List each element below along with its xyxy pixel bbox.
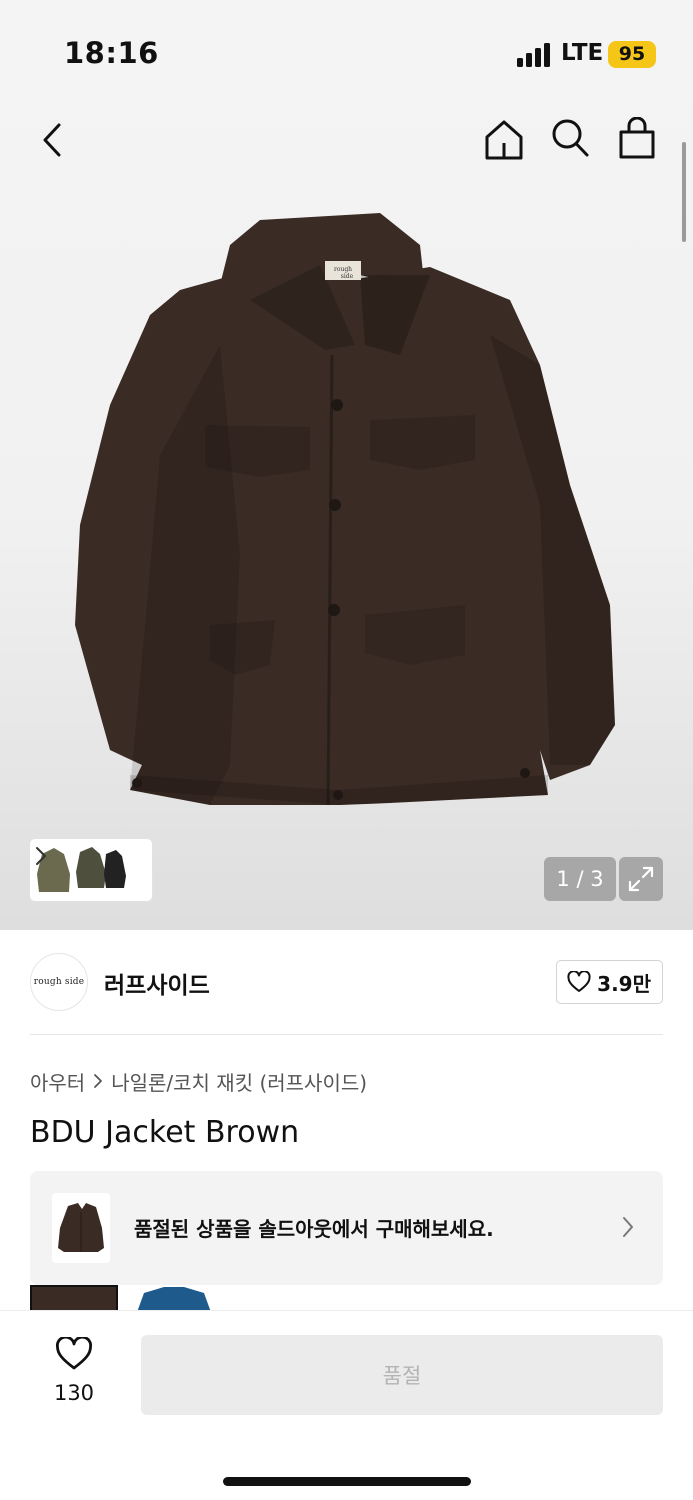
cart-button[interactable] xyxy=(613,114,661,162)
color-option-blue-image xyxy=(136,1287,212,1313)
chevron-right-icon xyxy=(36,847,46,865)
jacket-thumbnail-image xyxy=(58,1203,104,1252)
search-icon xyxy=(552,119,589,157)
divider xyxy=(30,1034,663,1035)
signal-icon xyxy=(517,43,553,67)
bottom-action-bar: 130 품절 xyxy=(0,1310,693,1500)
svg-text:rough: rough xyxy=(334,266,352,273)
heart-icon xyxy=(567,971,591,992)
chevron-right-icon xyxy=(94,1074,103,1088)
color-option-brown[interactable] xyxy=(30,1285,118,1313)
brand-logo[interactable]: rough side xyxy=(30,953,88,1011)
breadcrumb-category[interactable]: 아우터 xyxy=(30,1067,85,1096)
soldout-banner-text: 품절된 상품을 솔드아웃에서 구매해보세요. xyxy=(134,1217,494,1241)
home-button[interactable] xyxy=(480,116,528,164)
fullscreen-button[interactable] xyxy=(619,857,663,901)
back-button[interactable] xyxy=(28,116,76,164)
brand-logo-text: rough side xyxy=(33,977,85,987)
wishlist-button[interactable]: 130 xyxy=(34,1337,114,1407)
brand-like-button[interactable]: 3.9만 xyxy=(556,960,663,1004)
svg-text:side: side xyxy=(341,273,354,280)
sold-out-button[interactable]: 품절 xyxy=(141,1335,663,1415)
shopping-bag-icon xyxy=(619,117,655,159)
status-bar: 18:16 LTE 95 xyxy=(0,0,693,100)
color-option-blue[interactable] xyxy=(130,1285,218,1313)
scroll-indicator xyxy=(682,142,686,242)
thumb-khaki xyxy=(76,847,106,888)
chevron-left-icon xyxy=(43,123,61,157)
color-thumbnails xyxy=(37,847,126,892)
brand-row: rough side 러프사이드 3.9만 xyxy=(30,953,663,1011)
search-button[interactable] xyxy=(546,114,594,162)
product-image[interactable]: rough side xyxy=(70,205,630,820)
color-option-list xyxy=(30,1285,663,1313)
image-counter: 1 / 3 xyxy=(544,857,616,901)
color-thumbnail-strip[interactable] xyxy=(30,839,152,901)
home-icon xyxy=(485,120,523,160)
brand-like-count: 3.9만 xyxy=(597,971,651,996)
banner-product-thumbnail xyxy=(52,1193,110,1263)
network-label: LTE xyxy=(561,40,604,66)
heart-icon xyxy=(56,1337,92,1370)
product-title: BDU Jacket Brown xyxy=(30,1115,300,1150)
thumb-black xyxy=(104,850,126,888)
brand-name[interactable]: 러프사이드 xyxy=(104,966,210,1000)
chevron-right-icon xyxy=(623,1217,633,1237)
soldout-resale-banner[interactable]: 품절된 상품을 솔드아웃에서 구매해보세요. xyxy=(30,1171,663,1285)
breadcrumb: 아우터 나일론/코치 재킷 (러프사이드) xyxy=(30,1066,367,1096)
battery-icon: 95 xyxy=(608,41,656,68)
wishlist-count: 130 xyxy=(53,1381,95,1405)
breadcrumb-subcategory[interactable]: 나일론/코치 재킷 (러프사이드) xyxy=(111,1067,367,1096)
home-indicator xyxy=(223,1477,471,1486)
product-gallery[interactable]: 18:16 LTE 95 rough side 1 / 3 xyxy=(0,0,693,930)
expand-icon xyxy=(628,866,654,892)
status-time: 18:16 xyxy=(64,36,159,70)
